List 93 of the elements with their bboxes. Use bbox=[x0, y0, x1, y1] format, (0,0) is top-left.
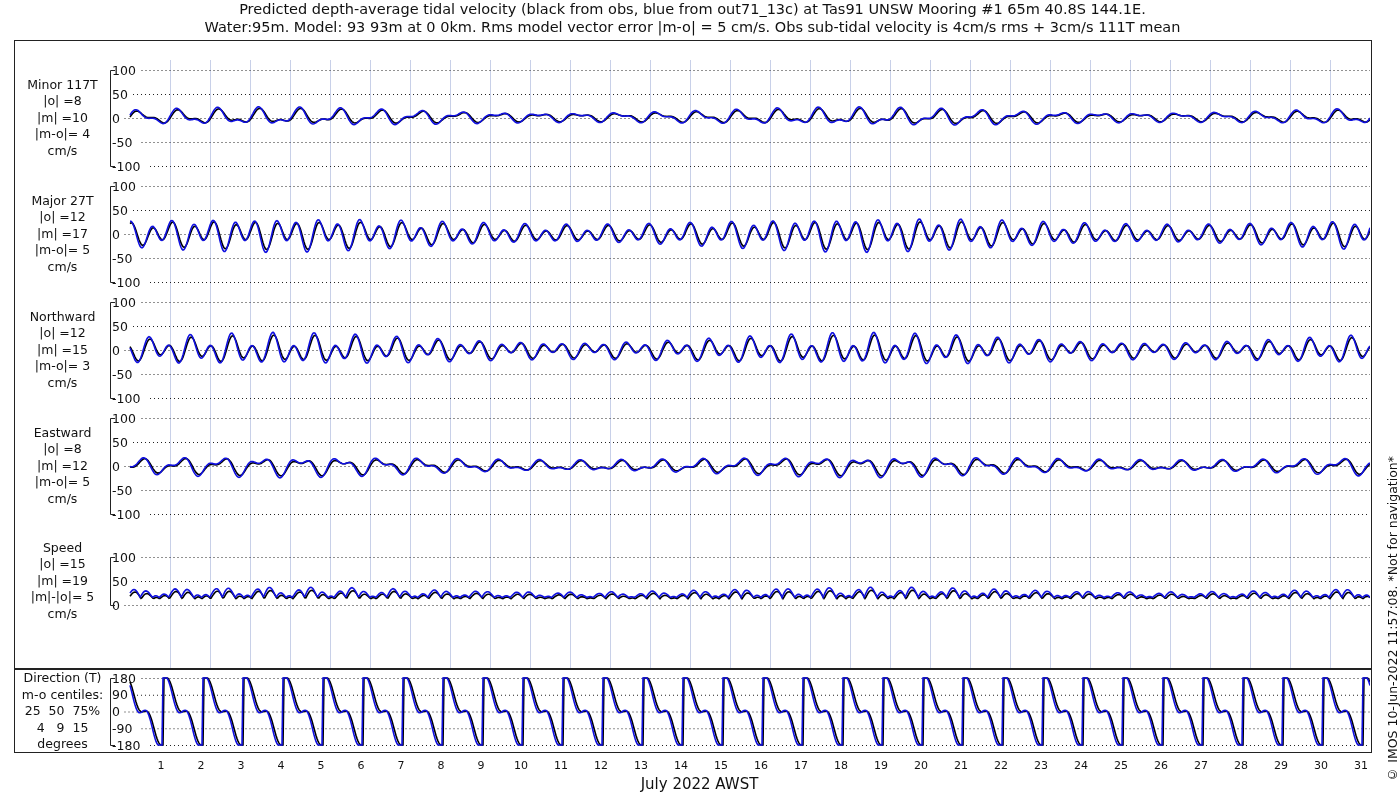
y-tick-label: -100 bbox=[112, 158, 141, 174]
x-tick-label: 11 bbox=[553, 759, 569, 773]
y-tick-label: -50 bbox=[112, 482, 133, 498]
x-tick-label: 21 bbox=[953, 759, 969, 773]
panel-label-line: |m| =12 bbox=[37, 457, 88, 475]
y-tick-label: 0 bbox=[112, 597, 120, 613]
panel-label-line: |o| =12 bbox=[39, 325, 86, 342]
y-tick-label: -180 bbox=[112, 737, 141, 752]
panel-label-line: |m| =15 bbox=[37, 341, 88, 359]
x-tick-label: 12 bbox=[593, 759, 609, 773]
panel-label-line: |m| =10 bbox=[37, 109, 88, 127]
panel-label-line: |m-o|= 4 bbox=[34, 126, 91, 143]
x-tick-label: 8 bbox=[436, 759, 446, 773]
y-tick-label: 100 bbox=[112, 549, 136, 565]
panel-label-line: cm/s bbox=[47, 258, 78, 276]
panel-label-line: Direction (T) bbox=[23, 670, 102, 687]
panel-label-line: |o| =8 bbox=[43, 441, 82, 458]
x-tick-label: 29 bbox=[1273, 759, 1289, 773]
panel-label-line: Eastward bbox=[33, 424, 92, 442]
panel-label-line: Major 27T bbox=[31, 192, 94, 210]
y-tick-label: 50 bbox=[112, 86, 128, 102]
panel-label-line: |m-o|= 5 bbox=[34, 242, 91, 259]
x-tick-label: 25 bbox=[1113, 759, 1129, 773]
y-tick-label: 90 bbox=[112, 687, 128, 703]
y-tick-label: 50 bbox=[112, 434, 128, 450]
chart-title: Predicted depth-average tidal velocity (black from obs, blue from out71_13c) at Tas91 UNSW Mooring #1 65m 40.8S 144.1E. bbox=[239, 0, 1146, 18]
panel-label-line: m-o centiles: bbox=[21, 686, 104, 704]
panel-label-line: 25 50 75% bbox=[24, 703, 101, 720]
x-tick-label: 31 bbox=[1353, 759, 1369, 773]
y-tick-label: -50 bbox=[112, 134, 133, 150]
x-tick-label: 18 bbox=[833, 759, 849, 773]
panel-label-line: |o| =8 bbox=[43, 93, 82, 110]
x-tick-label: 5 bbox=[316, 759, 326, 773]
x-tick-label: 24 bbox=[1073, 759, 1089, 773]
y-tick-label: -100 bbox=[112, 274, 141, 290]
y-tick-label: 0 bbox=[112, 342, 120, 358]
x-tick-label: 16 bbox=[753, 759, 769, 773]
x-tick-label: 1 bbox=[156, 759, 166, 773]
panel-label-line: 4 9 15 bbox=[36, 719, 89, 737]
panel-label-line: |o| =15 bbox=[39, 556, 86, 573]
x-tick-label: 17 bbox=[793, 759, 809, 773]
x-tick-label: 13 bbox=[633, 759, 649, 773]
panel-label-line: |m| =19 bbox=[37, 572, 88, 590]
x-tick-label: 23 bbox=[1033, 759, 1049, 773]
x-tick-label: 3 bbox=[236, 759, 246, 773]
panel-label-line: |m-o|= 3 bbox=[34, 358, 91, 375]
panel-label-line: |m|-|o|= 5 bbox=[30, 589, 95, 606]
panel-label-line: Northward bbox=[29, 308, 96, 326]
y-tick-label: -50 bbox=[112, 366, 133, 382]
panel-label-line: |m| =17 bbox=[37, 225, 88, 243]
x-tick-label: 7 bbox=[396, 759, 406, 773]
x-tick-label: 2 bbox=[196, 759, 206, 773]
y-tick-label: 0 bbox=[112, 458, 120, 474]
x-tick-label: 26 bbox=[1153, 759, 1169, 773]
x-tick-label: 10 bbox=[513, 759, 529, 773]
y-tick-label: -100 bbox=[112, 390, 141, 406]
panel-label-line: cm/s bbox=[47, 490, 78, 508]
x-axis-label: July 2022 AWST bbox=[640, 775, 759, 793]
panel-label-line: Speed bbox=[42, 539, 83, 557]
y-tick-label: 100 bbox=[112, 62, 136, 78]
x-tick-label: 30 bbox=[1313, 759, 1329, 773]
x-tick-label: 19 bbox=[873, 759, 889, 773]
panel-label-line: cm/s bbox=[47, 142, 78, 160]
credit-note: © IMOS 10-Jun-2022 11:57:08. *Not for navigation* bbox=[1385, 456, 1400, 782]
panel-label-line: |o| =12 bbox=[39, 209, 86, 226]
y-tick-label: 0 bbox=[112, 110, 120, 126]
y-tick-label: 0 bbox=[112, 226, 120, 242]
chart-title: Water:95m. Model: 93 93m at 0 0km. Rms model vector error |m-o| = 5 cm/s. Obs sub-tidal velocity is 4cm/s rms + 3cm/s 111T mean bbox=[204, 18, 1181, 36]
panel-label-line: cm/s bbox=[47, 605, 78, 623]
y-tick-label: -100 bbox=[112, 506, 141, 522]
y-tick-label: 0 bbox=[112, 704, 120, 719]
y-tick-label: -90 bbox=[112, 720, 133, 736]
x-tick-label: 28 bbox=[1233, 759, 1249, 773]
y-tick-label: 180 bbox=[112, 670, 136, 686]
y-tick-label: 50 bbox=[112, 318, 128, 334]
panel-label-line: |m-o|= 5 bbox=[34, 474, 91, 491]
x-tick-label: 4 bbox=[276, 759, 286, 773]
x-tick-label: 14 bbox=[673, 759, 689, 773]
y-tick-label: 100 bbox=[112, 178, 136, 194]
y-tick-label: 100 bbox=[112, 294, 136, 310]
panel-label-line: cm/s bbox=[47, 374, 78, 392]
y-tick-label: 50 bbox=[112, 202, 128, 218]
y-tick-label: 100 bbox=[112, 410, 136, 426]
y-tick-label: 50 bbox=[112, 573, 128, 589]
x-tick-label: 6 bbox=[356, 759, 366, 773]
y-tick-label: -50 bbox=[112, 250, 133, 266]
panel-label-line: degrees bbox=[37, 736, 88, 753]
x-tick-label: 20 bbox=[913, 759, 929, 773]
x-tick-label: 9 bbox=[476, 759, 486, 773]
x-tick-label: 22 bbox=[993, 759, 1009, 773]
x-tick-label: 27 bbox=[1193, 759, 1209, 773]
x-tick-label: 15 bbox=[713, 759, 729, 773]
panel-label-line: Minor 117T bbox=[27, 76, 98, 94]
